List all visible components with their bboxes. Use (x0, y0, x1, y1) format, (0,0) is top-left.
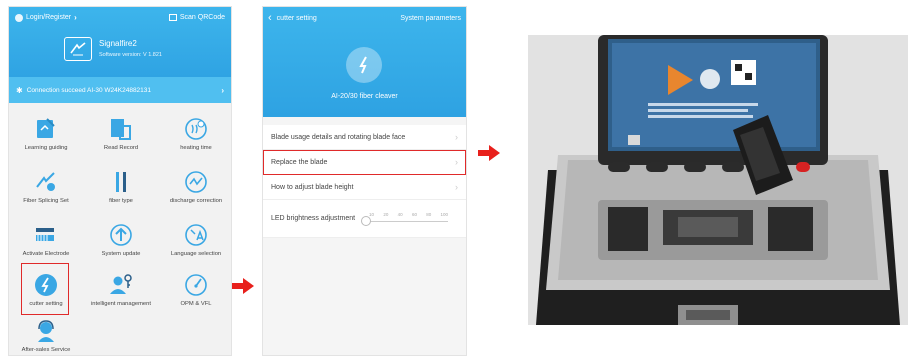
heat-clock-icon (181, 115, 211, 143)
arrow-right-icon (478, 145, 500, 161)
slider-tick-label: 60 (411, 211, 417, 217)
chevron-right-icon: › (455, 157, 458, 167)
chevron-right-icon: › (74, 13, 77, 22)
user-key-icon (106, 271, 136, 299)
menu-label: Read Record (103, 145, 139, 151)
scan-label: Scan QRCode (179, 14, 225, 21)
electrode-icon (31, 221, 61, 249)
menu-label: fiber type (109, 198, 133, 204)
item-label: How to adjust blade height (271, 183, 354, 191)
user-icon (15, 13, 23, 22)
highlight-box (21, 263, 69, 315)
menu-label: Learning guiding (24, 145, 68, 151)
scan-qrcode-button[interactable]: Scan QRCode (168, 14, 225, 21)
slider-tick-label: 20 (383, 211, 389, 217)
adjust-blade-height-item[interactable]: How to adjust blade height › (263, 175, 466, 200)
cleaver-icon (346, 47, 382, 83)
connection-bar[interactable]: ✱ Connection succeed AI-30 W24K24882131 … (9, 77, 231, 103)
slider-handle[interactable] (361, 215, 372, 226)
cutter-options-list: Blade usage details and rotating blade f… (263, 117, 466, 238)
support-agent-icon (31, 317, 61, 345)
menu-system-update[interactable]: System update (84, 221, 158, 271)
gauge-icon (181, 271, 211, 299)
device-title: AI-20/30 fiber cleaver (331, 93, 398, 100)
cutter-setting-screen: ‹ cutter setting System parameters AI-20… (262, 6, 467, 356)
slider-tick-label: 40 (397, 211, 403, 217)
connection-text: Connection succeed AI-30 W24K24882131 (26, 86, 152, 94)
language-icon (181, 221, 211, 249)
login-label: Login/Register (26, 14, 72, 21)
blade-usage-item[interactable]: Blade usage details and rotating blade f… (263, 125, 466, 150)
device-logo-icon (64, 37, 92, 61)
menu-read-record[interactable]: Read Record (84, 115, 158, 165)
list-spacer (263, 117, 466, 125)
menu-fiber-type[interactable]: fiber type (84, 168, 158, 218)
menu-label: intelligent management (91, 301, 151, 307)
book-edit-icon (31, 115, 61, 143)
menu-label: discharge correction (169, 198, 223, 204)
menu-after-sales-service[interactable]: After-sales Service (9, 317, 83, 355)
fiber-type-icon (106, 168, 136, 196)
discharge-icon (181, 168, 211, 196)
tutorial-canvas: Login/Register › Scan QRCode Signalfire2… (0, 0, 909, 357)
replace-blade-item[interactable]: Replace the blade › (263, 150, 466, 175)
led-brightness-row: LED brightness adjustment 10 20 40 60 80 100 (263, 200, 466, 238)
menu-language-selection[interactable]: Language selection (159, 221, 231, 271)
fusion-splicer-photo (528, 35, 908, 325)
led-brightness-slider[interactable]: 10 20 40 60 80 100 (361, 212, 449, 226)
menu-heating-time[interactable]: heating time (159, 115, 231, 165)
splice-settings-icon (31, 168, 61, 196)
item-label: Replace the blade (271, 158, 328, 166)
scan-icon (168, 14, 177, 21)
chevron-right-icon: › (221, 85, 224, 95)
login-button[interactable]: Login/Register › (15, 13, 77, 22)
menu-fiber-splicing-set[interactable]: Fiber Splicing Set (9, 168, 83, 218)
menu-intelligent-management[interactable]: intelligent management (84, 271, 158, 321)
menu-discharge-correction[interactable]: discharge correction (159, 168, 231, 218)
slider-tick-label: 100 (440, 211, 449, 217)
back-button[interactable]: ‹ cutter setting (268, 12, 317, 24)
chevron-right-icon: › (455, 182, 458, 192)
back-label: cutter setting (276, 14, 317, 22)
arrow-right-icon (232, 278, 254, 294)
slider-track-line (363, 220, 449, 222)
home-header: Login/Register › Scan QRCode Signalfire2… (9, 7, 231, 77)
slider-tick-label: 10 (369, 211, 375, 217)
slider-tick-labels: 10 20 40 60 80 100 (369, 212, 448, 217)
menu-label: Activate Electrode (22, 251, 70, 257)
slider-label: LED brightness adjustment (271, 215, 356, 222)
chevron-right-icon: › (455, 132, 458, 142)
menu-label: Language selection (170, 251, 222, 257)
cutter-header: ‹ cutter setting System parameters AI-20… (263, 7, 466, 117)
menu-label: System update (101, 251, 141, 257)
item-label: Blade usage details and rotating blade f… (271, 133, 406, 141)
menu-label: OPM & VFL (180, 301, 212, 307)
menu-label: Fiber Splicing Set (23, 198, 69, 204)
menu-label: heating time (180, 145, 212, 151)
upload-icon (106, 221, 136, 249)
app-home-screen: Login/Register › Scan QRCode Signalfire2… (8, 6, 232, 356)
chevron-left-icon: ‹ (268, 12, 272, 24)
device-name: Signalfire2 (99, 39, 137, 48)
menu-learning-guiding[interactable]: Learning guiding (9, 115, 83, 165)
menu-label: After-sales Service (21, 347, 71, 353)
slider-tick-label: 80 (426, 211, 432, 217)
menu-opm-vfl[interactable]: OPM & VFL (159, 271, 231, 321)
software-version: Software version: V 1.821 (99, 52, 162, 58)
document-icon (106, 115, 136, 143)
system-parameters-link[interactable]: System parameters (400, 15, 461, 22)
bluetooth-icon: ✱ (16, 85, 23, 95)
